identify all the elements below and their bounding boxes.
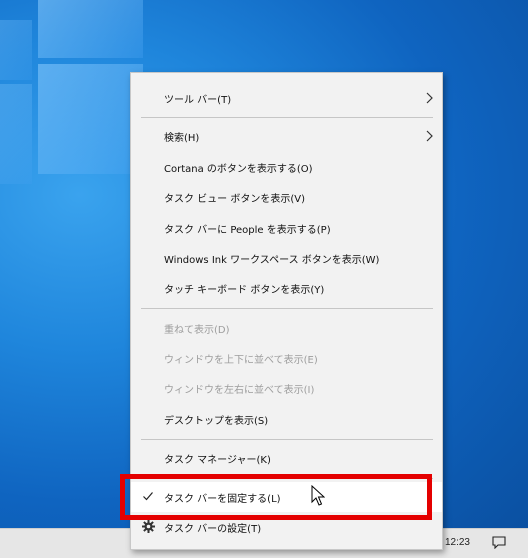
menu-item-label: デスクトップを表示(S) [164,415,269,427]
menu-item-toolbars[interactable]: ツール バー(T) [131,83,442,113]
taskbar-context-menu: ツール バー(T) 検索(H) Cortana のボタンを表示する(O) タスク… [130,72,443,550]
menu-item-label: 重ねて表示(D) [164,324,230,336]
menu-item-taskbar-settings[interactable]: タスク バーの設定(T) [131,512,442,542]
menu-item-label: タッチ キーボード ボタンを表示(Y) [164,284,325,296]
menu-item-label: タスク バーに People を表示する(P) [164,224,331,236]
menu-item-search[interactable]: 検索(H) [131,121,442,151]
menu-separator [141,117,433,118]
checkmark-icon [143,492,153,501]
menu-item-label: Cortana のボタンを表示する(O) [164,163,313,175]
menu-separator [141,478,433,479]
menu-item-label: タスク バーの設定(T) [164,523,262,535]
action-center-icon[interactable] [492,536,506,549]
menu-item-label: タスク バーを固定する(L) [164,493,281,505]
menu-item-label: ツール バー(T) [164,94,232,106]
taskbar-clock[interactable]: 12:23 [445,537,470,548]
menu-separator [141,439,433,440]
menu-item-lock-taskbar[interactable]: タスク バーを固定する(L) [131,482,442,512]
mouse-pointer-icon [311,485,325,506]
menu-item-show-task-view-button[interactable]: タスク ビュー ボタンを表示(V) [131,182,442,212]
menu-item-stack-windows: ウィンドウを上下に並べて表示(E) [131,343,442,373]
menu-item-show-desktop[interactable]: デスクトップを表示(S) [131,404,442,434]
menu-item-task-manager[interactable]: タスク マネージャー(K) [131,443,442,473]
menu-item-label: タスク ビュー ボタンを表示(V) [164,193,306,205]
menu-item-show-touch-keyboard-button[interactable]: タッチ キーボード ボタンを表示(Y) [131,273,442,303]
menu-item-label: 検索(H) [164,132,200,144]
chevron-right-icon [426,92,433,104]
menu-item-show-windows-ink-button[interactable]: Windows Ink ワークスペース ボタンを表示(W) [131,243,442,273]
menu-item-show-people[interactable]: タスク バーに People を表示する(P) [131,213,442,243]
menu-item-cascade-windows: 重ねて表示(D) [131,313,442,343]
chevron-right-icon [426,130,433,142]
gear-icon [142,520,155,533]
menu-item-label: タスク マネージャー(K) [164,454,271,466]
menu-item-side-by-side-windows: ウィンドウを左右に並べて表示(I) [131,373,442,403]
menu-item-label: ウィンドウを左右に並べて表示(I) [164,384,315,396]
menu-separator [141,308,433,309]
menu-item-label: ウィンドウを上下に並べて表示(E) [164,354,318,366]
menu-item-show-cortana-button[interactable]: Cortana のボタンを表示する(O) [131,152,442,182]
menu-item-label: Windows Ink ワークスペース ボタンを表示(W) [164,254,380,266]
